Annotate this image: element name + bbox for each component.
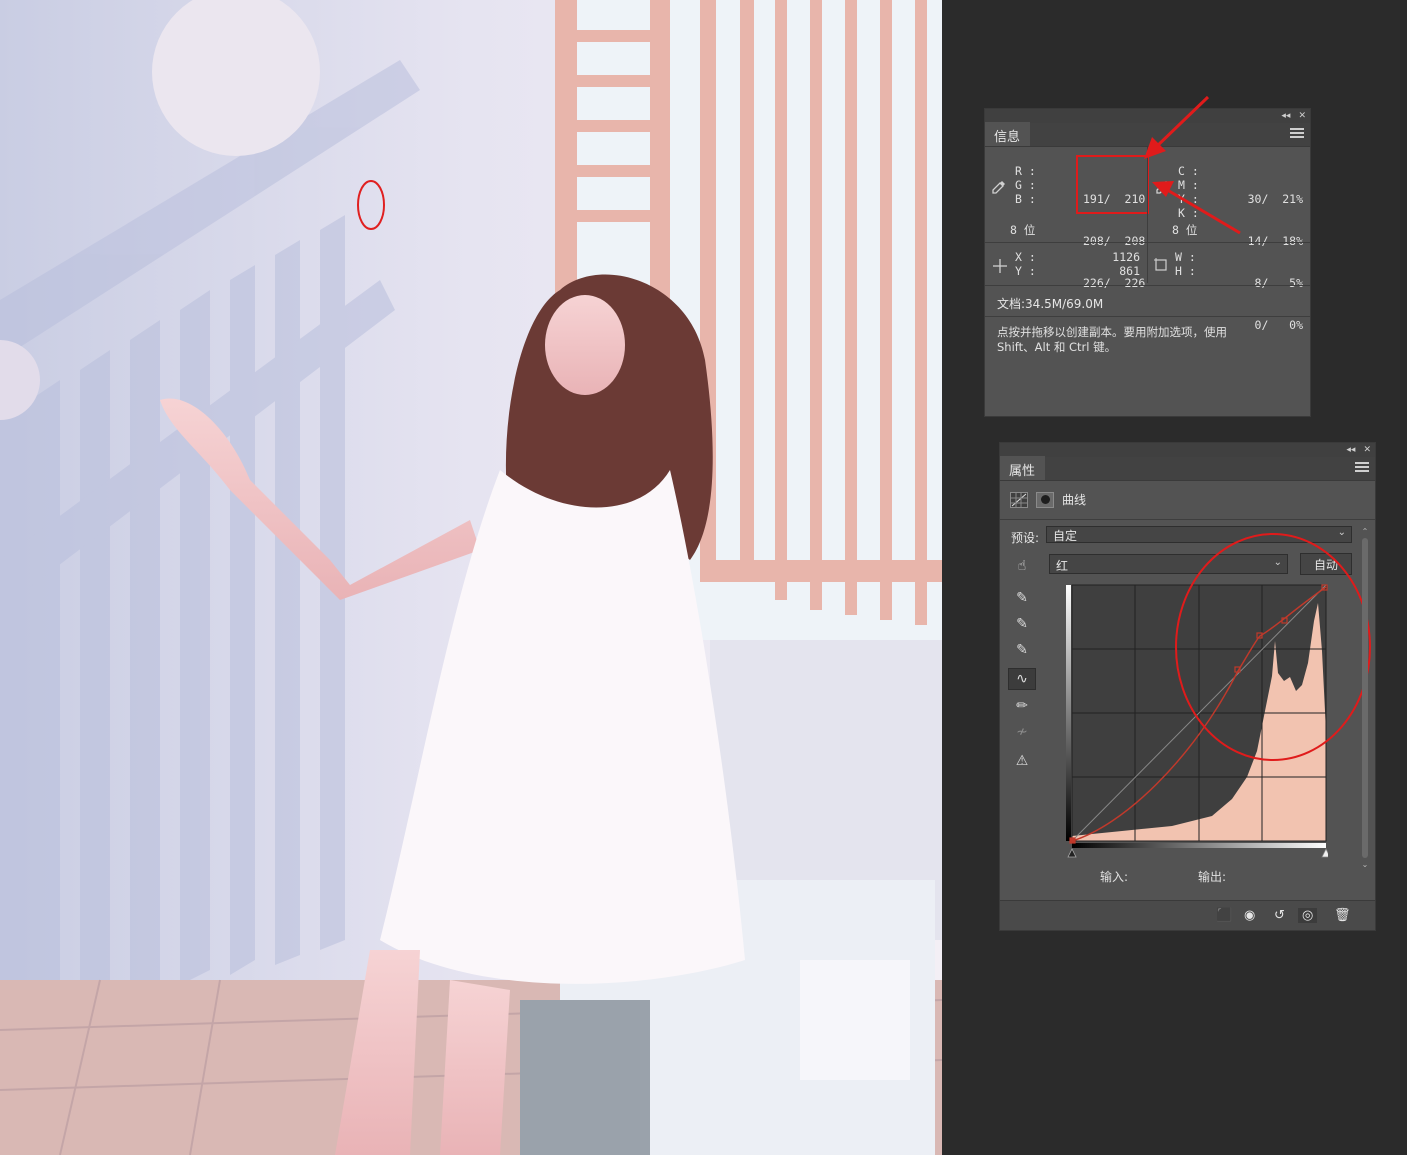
eyedropper-icon[interactable]: ✎ — [1008, 639, 1036, 661]
bits-left: 8 位 — [1010, 223, 1036, 237]
hand-icon[interactable]: ☝ — [1008, 555, 1036, 577]
clip-to-layer-icon[interactable]: ⬛ — [1216, 908, 1232, 923]
xy-values: 1126 861 — [1085, 250, 1140, 278]
curves-icon[interactable]: ∿ — [1008, 668, 1036, 690]
trash-icon[interactable]: 🗑 — [1334, 908, 1351, 923]
rgb-labels: R : G : B : — [1015, 164, 1036, 206]
adjustment-header: 曲线 — [1010, 491, 1086, 508]
y-value: 8/ 5% — [1254, 276, 1303, 290]
eyedropper-icon[interactable] — [991, 179, 1007, 195]
tab-properties[interactable]: 属性 — [1000, 456, 1046, 480]
properties-panel: ◂◂ ✕ 属性 曲线 预设: 自定 ⌄ ☝ 红 ⌄ 自动 ✎ ✎ ✎ ∿ ✏ ≁… — [999, 442, 1376, 931]
h-label: H : — [1175, 264, 1196, 278]
input-label: 输入: — [1100, 870, 1129, 884]
preset-label: 预设: — [1011, 531, 1040, 545]
collapse-icon[interactable]: ◂◂ — [1281, 111, 1290, 121]
scrollbar[interactable]: ⌃ ⌄ — [1360, 527, 1370, 895]
r-label: R : — [1015, 164, 1036, 178]
xy-labels: X : Y : — [1015, 250, 1036, 278]
properties-panel-topbar: ◂◂ ✕ — [1000, 443, 1375, 457]
crosshair-icon — [993, 259, 1007, 273]
x-label: X : — [1015, 250, 1036, 264]
tab-info[interactable]: 信息 — [985, 122, 1031, 146]
b-value: 226/ 226 — [1083, 276, 1146, 290]
annotation-arrows — [1144, 95, 1241, 235]
info-separator — [985, 242, 1310, 243]
marquee-icon — [1154, 258, 1167, 271]
close-icon[interactable]: ✕ — [1363, 445, 1371, 455]
pencil-icon[interactable]: ✏ — [1008, 695, 1036, 717]
photo-illustration — [0, 0, 942, 1155]
view-previous-icon[interactable]: ◉ — [1244, 908, 1255, 923]
output-label: 输出: — [1198, 870, 1227, 884]
properties-bottom-bar: ⬛ ◉ ↺ ◎ 🗑 — [1000, 900, 1375, 930]
reset-icon[interactable]: ↺ — [1274, 908, 1285, 923]
info-separator — [985, 316, 1310, 317]
eyedropper-icon[interactable]: ✎ — [1008, 613, 1036, 635]
annotation-circle — [1175, 533, 1371, 761]
k-value: 0/ 0% — [1254, 318, 1303, 332]
y-label: Y : — [1015, 264, 1036, 278]
hint-text: 点按并拖移以创建副本。要用附加选项，使用 Shift、Alt 和 Ctrl 键。 — [997, 325, 1227, 355]
photo-canvas — [0, 0, 942, 1155]
b-label: B : — [1015, 192, 1036, 206]
adjustment-name: 曲线 — [1062, 493, 1087, 507]
collapse-icon[interactable]: ◂◂ — [1346, 445, 1355, 455]
w-label: W : — [1175, 250, 1196, 264]
doc-size: 文档:34.5M/69.0M — [997, 297, 1104, 311]
eyedropper-icon[interactable]: ✎ — [1008, 587, 1036, 609]
props-separator — [1000, 519, 1375, 520]
g-label: G : — [1015, 178, 1036, 192]
x-value: 1126 — [1112, 250, 1140, 264]
mask-icon[interactable] — [1036, 491, 1054, 508]
hint-line-1: 点按并拖移以创建副本。要用附加选项，使用 — [997, 325, 1227, 339]
panel-menu-icon[interactable] — [1290, 128, 1304, 138]
wh-labels: W : H : — [1175, 250, 1196, 278]
close-icon[interactable]: ✕ — [1298, 111, 1306, 121]
visibility-icon[interactable]: ◎ — [1298, 908, 1318, 923]
properties-tabbar: 属性 — [1000, 456, 1375, 481]
curves-icon[interactable] — [1010, 491, 1028, 508]
info-separator — [985, 285, 1310, 286]
smooth-icon[interactable]: ≁ — [1008, 721, 1036, 743]
channel-value: 红 — [1056, 559, 1069, 573]
hint-line-2: Shift、Alt 和 Ctrl 键。 — [997, 340, 1117, 354]
clip-warning-icon[interactable]: ⚠ — [1008, 750, 1036, 772]
panel-menu-icon[interactable] — [1355, 462, 1369, 472]
preset-value: 自定 — [1053, 529, 1078, 543]
y-value: 861 — [1119, 264, 1140, 278]
